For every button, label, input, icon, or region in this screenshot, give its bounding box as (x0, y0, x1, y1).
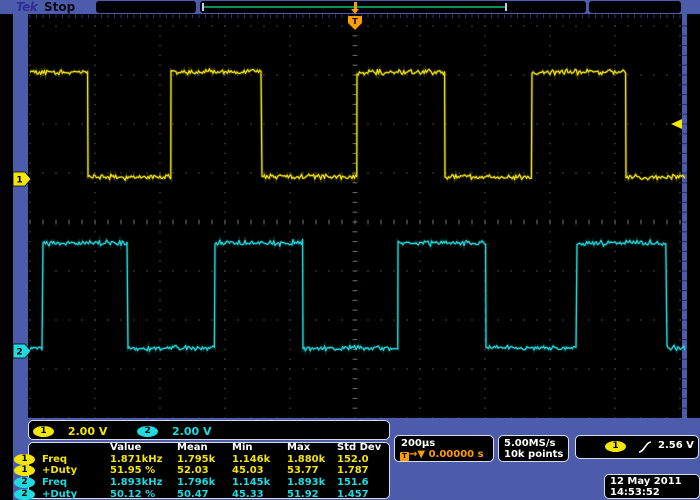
rising-edge-icon (638, 440, 652, 454)
meas-mean: 50.47 (177, 489, 232, 500)
tek-logo: Tek (16, 0, 37, 14)
status-box-left (96, 1, 196, 13)
trigger-level-readout: 2.56 V (658, 440, 694, 451)
channel-1-badge: 1 (14, 454, 35, 465)
trigger-position-bar-icon[interactable] (351, 1, 360, 14)
meas-max: 1.893k (287, 477, 337, 489)
channel-1-badge[interactable]: 1 (33, 426, 54, 437)
meas-label: Freq (42, 454, 110, 466)
time-readout: 14:53:52 (610, 487, 660, 498)
trigger-delay-value: 0.00000 s (429, 449, 484, 460)
channel-1-badge: 1 (14, 465, 35, 476)
col-header-max: Max (287, 442, 337, 454)
meas-stddev: 1.787 (337, 465, 392, 477)
svg-text:T: T (352, 17, 358, 26)
status-box-right (589, 1, 681, 13)
svg-text:1: 1 (16, 176, 22, 186)
record-view-right-bracket (505, 3, 507, 11)
meas-mean: 1.795k (177, 454, 232, 466)
meas-max: 51.92 (287, 489, 337, 500)
col-header-value: Value (110, 442, 177, 454)
meas-stddev: 1.457 (337, 489, 392, 500)
channel-2-scale: 2.00 V (172, 425, 211, 438)
datetime-box: 12 May 2011 14:53:52 (604, 474, 700, 499)
col-header-stddev: Std Dev (337, 442, 392, 454)
waveform-screen: 1 2 T (0, 14, 700, 420)
channel-2-badge: 2 (14, 477, 35, 488)
channel-2-badge[interactable]: 2 (137, 426, 158, 437)
horizontal-settings-box[interactable]: 200µs T→▼ 0.00000 s (394, 435, 494, 462)
measurement-table: Value Mean Min Max Std Dev 1 Freq 1.871k… (14, 442, 392, 500)
timebase-readout: 200µs (401, 438, 435, 449)
meas-min: 1.146k (232, 454, 287, 466)
meas-value: 51.95 % (110, 465, 177, 477)
trigger-delay-readout: T→▼ 0.00000 s (400, 449, 484, 461)
meas-row-badge: 1 (14, 454, 42, 466)
meas-row-badge: 1 (14, 465, 42, 477)
top-status-bar: Tek Stop (0, 0, 700, 14)
meas-row-badge: 2 (14, 489, 42, 500)
meas-stddev: 151.6 (337, 477, 392, 489)
acquisition-box[interactable]: 5.00MS/s 10k points (498, 435, 569, 462)
meas-min: 45.03 (232, 465, 287, 477)
meas-max: 53.77 (287, 465, 337, 477)
meas-label: Freq (42, 477, 110, 489)
meas-value: 1.871kHz (110, 454, 177, 466)
trigger-delay-arrows-icon: →▼ (409, 449, 425, 460)
col-header-min: Min (232, 442, 287, 454)
meas-min: 45.33 (232, 489, 287, 500)
meas-mean: 52.03 (177, 465, 232, 477)
meas-mean: 1.796k (177, 477, 232, 489)
sample-rate-readout: 5.00MS/s (504, 438, 555, 449)
meas-value: 50.12 % (110, 489, 177, 500)
meas-value: 1.893kHz (110, 477, 177, 489)
trigger-position-stem (354, 2, 357, 9)
meas-min: 1.145k (232, 477, 287, 489)
meas-max: 1.880k (287, 454, 337, 466)
acquisition-status: Stop (44, 0, 75, 14)
trigger-source-badge: 1 (605, 441, 626, 452)
record-view-bar[interactable] (200, 1, 586, 13)
meas-label: +Duty (42, 489, 110, 500)
meas-stddev: 152.0 (337, 454, 392, 466)
col-header-mean: Mean (177, 442, 232, 454)
channel-scale-box[interactable]: 1 2.00 V 2 2.00 V (28, 420, 390, 440)
record-view-left-bracket (202, 3, 204, 11)
svg-text:2: 2 (16, 348, 22, 358)
meas-row-badge: 2 (14, 477, 42, 489)
record-length-readout: 10k points (504, 449, 563, 460)
channel-scale-row: 1 2.00 V 2 2.00 V (33, 424, 238, 438)
trigger-settings-box[interactable]: 1 2.56 V (575, 435, 699, 459)
meas-label: +Duty (42, 465, 110, 477)
bottom-readout-panel: 1 2.00 V 2 2.00 V Value Mean Min Max Std… (13, 418, 700, 500)
oscilloscope-display: Tek Stop 12T 1 2.00 V 2 2.00 V Value (0, 0, 700, 500)
left-frame-strip (13, 14, 28, 420)
trigger-t-icon: T (400, 452, 409, 461)
channel-1-scale: 2.00 V (68, 425, 107, 438)
date-readout: 12 May 2011 (610, 476, 682, 487)
channel-2-badge: 2 (14, 489, 35, 500)
